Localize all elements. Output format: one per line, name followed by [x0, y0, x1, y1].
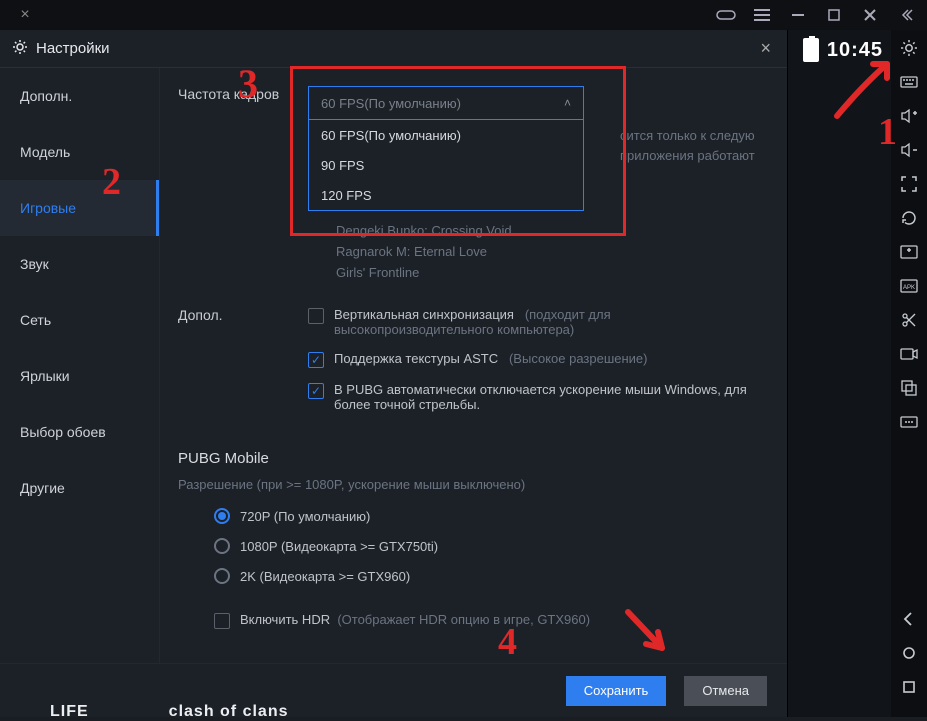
multi-instance-icon[interactable]: [897, 376, 921, 400]
toolbar-rail: APK: [891, 30, 927, 717]
sidebar-item-sound[interactable]: Звук: [0, 236, 159, 292]
sidebar-item-game[interactable]: Игровые: [0, 180, 159, 236]
hdr-checkbox[interactable]: [214, 613, 230, 629]
gear-icon: [12, 39, 28, 59]
fps-hint-cut: сится только к следую приложения работаю…: [620, 126, 755, 166]
settings-title-label: Настройки: [36, 40, 110, 57]
hdr-hint: (Отображает HDR опцию в игре, GTX960): [337, 612, 590, 627]
pubg-section-title: PUBG Mobile: [178, 450, 769, 467]
emulator-stage: 10:45 Настройки × Дополн. Модель Игровые…: [0, 30, 891, 717]
chevron-up-icon: ˄: [564, 96, 571, 110]
astc-checkbox[interactable]: ✓: [308, 352, 324, 368]
svg-text:APK: APK: [903, 285, 915, 291]
collapse-rail-icon[interactable]: [895, 4, 917, 26]
settings-close-icon[interactable]: ×: [756, 34, 775, 63]
recents-icon[interactable]: [897, 675, 921, 699]
astc-label: Поддержка текстуры ASTC: [334, 351, 498, 366]
res-2k-radio[interactable]: [214, 568, 230, 584]
sidebar-item-other[interactable]: Другие: [0, 460, 159, 516]
save-button[interactable]: Сохранить: [566, 676, 667, 706]
rotate-icon[interactable]: [897, 206, 921, 230]
fps-selected-label: 60 FPS(По умолчанию): [321, 96, 461, 111]
settings-header: Настройки ×: [0, 30, 787, 68]
background-app-labels: LIFE clash of clans: [50, 703, 289, 721]
game-list-item: Ragnarok M: Eternal Love: [336, 242, 769, 263]
extra-row-label: Допол.: [178, 307, 308, 426]
fps-option-60[interactable]: 60 FPS(По умолчанию): [309, 120, 583, 150]
sidebar-item-network[interactable]: Сеть: [0, 292, 159, 348]
fps-option-90[interactable]: 90 FPS: [309, 150, 583, 180]
tab: ×: [0, 1, 50, 29]
volume-up-icon[interactable]: [897, 104, 921, 128]
apk-icon[interactable]: APK: [897, 274, 921, 298]
record-icon[interactable]: [897, 342, 921, 366]
home-icon[interactable]: [897, 641, 921, 665]
settings-content[interactable]: Частота кадров 60 FPS(По умолчанию) ˄ 60…: [160, 68, 787, 663]
res-2k-label: 2K (Видеокарта >= GTX960): [240, 569, 410, 584]
fps-option-120[interactable]: 120 FPS: [309, 180, 583, 210]
vsync-label: Вертикальная синхронизация: [334, 307, 514, 322]
back-icon[interactable]: [897, 607, 921, 631]
window-controls: [715, 4, 927, 26]
game-list-item: Dengeki Bunko: Crossing Void: [336, 221, 769, 242]
maximize-button[interactable]: [823, 4, 845, 26]
battery-icon: [803, 38, 819, 62]
volume-down-icon[interactable]: [897, 138, 921, 162]
fps-row-label: Частота кадров: [178, 86, 308, 283]
res-720-radio[interactable]: [214, 508, 230, 524]
clock: 10:45: [827, 39, 883, 62]
titlebar: ×: [0, 0, 927, 30]
res-1080-radio[interactable]: [214, 538, 230, 554]
astc-hint: (Высокое разрешение): [509, 351, 648, 366]
pubg-mouse-label: В PUBG автоматически отключается ускорен…: [334, 382, 764, 412]
res-720-label: 720P (По умолчанию): [240, 509, 370, 524]
sidebar-item-shortcuts[interactable]: Ярлыки: [0, 348, 159, 404]
pubg-resolution-hint: Разрешение (при >= 1080P, ускорение мыши…: [178, 477, 769, 492]
pubg-mouse-checkbox[interactable]: ✓: [308, 383, 324, 399]
page-title: Настройки: [12, 39, 110, 59]
sidebar-item-model[interactable]: Модель: [0, 124, 159, 180]
menu-icon[interactable]: [751, 4, 773, 26]
fullscreen-icon[interactable]: [897, 172, 921, 196]
device-status-bar: 10:45: [803, 30, 891, 70]
gamepad-icon[interactable]: [715, 4, 737, 26]
res-1080-label: 1080P (Видеокарта >= GTX750ti): [240, 539, 438, 554]
minimize-button[interactable]: [787, 4, 809, 26]
screenshot-icon[interactable]: [897, 240, 921, 264]
sidebar-item-wallpaper[interactable]: Выбор обоев: [0, 404, 159, 460]
game-list-item: Girls' Frontline: [336, 263, 769, 284]
sidebar-item-extra[interactable]: Дополн.: [0, 68, 159, 124]
hdr-label: Включить HDR: [240, 612, 330, 627]
fps-dropdown-menu: 60 FPS(По умолчанию) 90 FPS 120 FPS: [308, 120, 584, 211]
sidebar: Дополн. Модель Игровые Звук Сеть Ярлыки …: [0, 68, 160, 663]
tab-close-icon[interactable]: ×: [20, 6, 29, 24]
more-icon[interactable]: [897, 410, 921, 434]
vsync-checkbox[interactable]: [308, 308, 324, 324]
fps-dropdown-toggle[interactable]: 60 FPS(По умолчанию) ˄: [308, 86, 584, 120]
close-button[interactable]: [859, 4, 881, 26]
fps-dropdown[interactable]: 60 FPS(По умолчанию) ˄ 60 FPS(По умолчан…: [308, 86, 584, 211]
settings-window: Настройки × Дополн. Модель Игровые Звук …: [0, 30, 788, 717]
settings-gear-icon[interactable]: [897, 36, 921, 60]
cancel-button[interactable]: Отмена: [684, 676, 767, 706]
keyboard-icon[interactable]: [897, 70, 921, 94]
scissors-icon[interactable]: [897, 308, 921, 332]
